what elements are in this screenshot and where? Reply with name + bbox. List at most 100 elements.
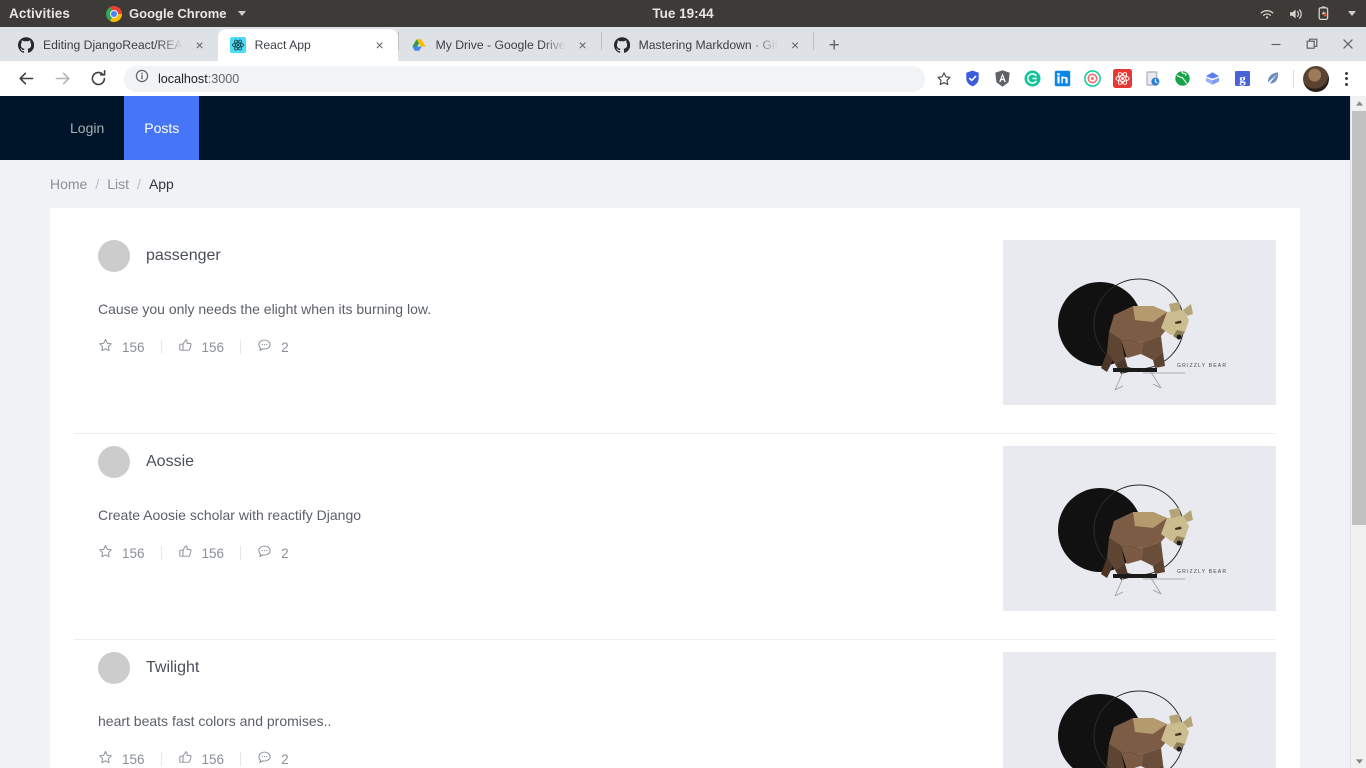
feather-icon[interactable] (1259, 66, 1285, 92)
app-menu-chrome[interactable]: Google Chrome (106, 5, 246, 22)
chevron-down-icon (237, 11, 246, 16)
star-count: 156 (122, 751, 145, 767)
post-author[interactable]: passenger (146, 247, 221, 265)
browser-toolbar: localhost:3000 g (0, 61, 1366, 96)
browser-tab-3[interactable]: Mastering Markdown · Git × (602, 29, 814, 61)
minimize-button[interactable] (1258, 28, 1294, 60)
post-author[interactable]: Twilight (146, 659, 199, 677)
tab-close-icon[interactable]: × (192, 37, 208, 53)
nav-item-login[interactable]: Login (50, 96, 124, 160)
chrome-logo-icon (106, 5, 123, 22)
angular-icon[interactable] (989, 66, 1015, 92)
maximize-button[interactable] (1294, 28, 1330, 60)
system-menu-caret-icon (1348, 11, 1356, 16)
diamond-icon[interactable] (1199, 66, 1225, 92)
like-action[interactable]: 156 (178, 544, 224, 562)
site-info-icon[interactable] (135, 69, 149, 88)
back-button[interactable] (11, 64, 41, 94)
action-divider (240, 340, 242, 354)
url-text: localhost:3000 (158, 72, 239, 86)
post-thumbnail[interactable]: GRIZZLY BEAR (1003, 446, 1276, 611)
action-divider (240, 546, 242, 560)
tab-title: React App (254, 38, 311, 52)
window-controls (1258, 27, 1366, 61)
post-item[interactable]: passenger Cause you only needs the eligh… (74, 232, 1276, 434)
star-action[interactable]: 156 (98, 544, 145, 562)
like-count: 156 (201, 339, 225, 355)
post-item[interactable]: Twilight heart beats fast colors and pro… (74, 640, 1276, 768)
star-icon (98, 338, 113, 356)
post-thumbnail[interactable]: GRIZZLY BEAR (1003, 240, 1276, 405)
system-tray[interactable] (1259, 6, 1356, 21)
activities-button[interactable]: Activities (9, 6, 70, 21)
globe-icon[interactable] (1169, 66, 1195, 92)
action-divider (160, 546, 162, 560)
post-content: Twilight heart beats fast colors and pro… (98, 652, 979, 768)
avatar (98, 446, 130, 478)
breadcrumb-item-home[interactable]: Home (50, 176, 87, 192)
breadcrumb-separator: / (137, 176, 141, 192)
browser-tab-1[interactable]: React App × (217, 29, 398, 61)
github-icon (613, 37, 630, 53)
chrome-window: Editing DjangoReact/REA × React App × My… (0, 27, 1366, 768)
breadcrumb-item-list[interactable]: List (107, 176, 129, 192)
post-thumbnail[interactable]: GRIZZLY BEAR (1003, 652, 1276, 768)
comment-action[interactable]: 2 (257, 750, 289, 768)
browser-tab-0[interactable]: Editing DjangoReact/REA × (6, 29, 218, 61)
star-action[interactable]: 156 (98, 338, 145, 356)
avatar (98, 240, 130, 272)
app-navigation-bar: Login Posts (0, 96, 1350, 160)
nav-item-posts[interactable]: Posts (124, 96, 200, 160)
new-tab-button[interactable]: + (820, 31, 848, 59)
google-scholar-icon[interactable]: g (1229, 66, 1255, 92)
target-tracker-icon[interactable] (1079, 66, 1105, 92)
star-action[interactable]: 156 (98, 750, 145, 768)
thumbs-up-icon (178, 338, 193, 356)
action-divider (160, 752, 162, 766)
like-action[interactable]: 156 (178, 338, 225, 356)
star-icon (98, 544, 113, 562)
post-header: passenger (98, 240, 959, 272)
url-port: :3000 (207, 71, 240, 86)
like-action[interactable]: 156 (178, 750, 224, 768)
scroll-up-arrow-icon[interactable] (1351, 96, 1366, 110)
browser-tab-2[interactable]: My Drive - Google Drive × (399, 29, 601, 61)
grammarly-icon[interactable] (1019, 66, 1045, 92)
address-bar[interactable]: localhost:3000 (124, 65, 925, 92)
github-icon (17, 37, 35, 53)
scrollbar-thumb[interactable] (1352, 111, 1366, 525)
chrome-menu-icon[interactable] (1334, 66, 1358, 92)
tab-close-icon[interactable]: × (787, 37, 803, 53)
scroll-down-arrow-icon[interactable] (1351, 754, 1366, 768)
post-body: heart beats fast colors and promises.. (98, 713, 332, 729)
post-item[interactable]: Aossie Create Aoosie scholar with reacti… (74, 434, 1276, 640)
tab-title: Mastering Markdown · Git (638, 38, 779, 52)
gnome-top-bar: Activities Google Chrome Tue 19:44 (0, 0, 1366, 27)
url-host: localhost (158, 71, 208, 86)
thumbnail-caption: GRIZZLY BEAR (1177, 363, 1227, 369)
react-app-page: Login Posts Home / List / App passenger (0, 96, 1350, 768)
bookmark-star-icon[interactable] (931, 66, 957, 92)
tab-close-icon[interactable]: × (575, 37, 591, 53)
extensions-divider (1293, 69, 1294, 88)
page-scrollbar[interactable] (1350, 96, 1366, 768)
profile-avatar[interactable] (1303, 65, 1329, 92)
post-actions: 156 156 2 (98, 750, 959, 768)
comment-action[interactable]: 2 (257, 544, 289, 562)
close-window-button[interactable] (1330, 28, 1366, 60)
comment-icon (257, 750, 272, 768)
avatar (98, 652, 130, 684)
react-devtools-icon[interactable] (1109, 66, 1135, 92)
post-author[interactable]: Aossie (146, 453, 194, 471)
forward-button[interactable] (47, 64, 77, 94)
app-menu-label: Google Chrome (129, 6, 227, 21)
web-archive-icon[interactable] (1139, 66, 1165, 92)
tab-close-icon[interactable]: × (372, 37, 388, 53)
star-count: 156 (122, 339, 145, 355)
comment-count: 2 (281, 751, 289, 767)
reload-button[interactable] (83, 64, 113, 94)
tab-strip: Editing DjangoReact/REA × React App × My… (0, 27, 1366, 61)
comment-action[interactable]: 2 (257, 338, 289, 356)
shield-check-icon[interactable] (959, 66, 985, 92)
linkedin-helper-icon[interactable] (1049, 66, 1075, 92)
